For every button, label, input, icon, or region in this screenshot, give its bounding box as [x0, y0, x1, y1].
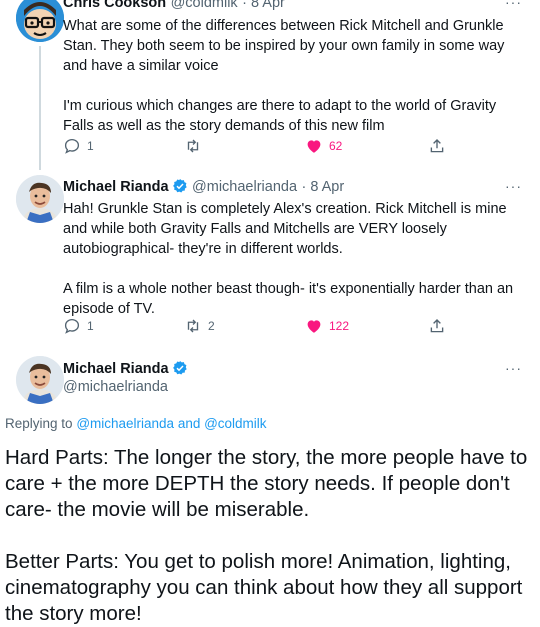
retweet-count: 2: [208, 319, 215, 333]
share-icon: [430, 319, 444, 333]
avatar-chris-cookson[interactable]: [16, 0, 64, 42]
author-handle[interactable]: @coldmilk: [171, 0, 238, 11]
verified-badge-icon: [172, 360, 188, 381]
thread-line: [39, 46, 41, 170]
share-button[interactable]: [428, 137, 446, 155]
avatar-michael-rianda[interactable]: [16, 175, 64, 223]
share-button[interactable]: [428, 317, 446, 335]
retweet-button[interactable]: [184, 137, 208, 155]
tweet-2-text: Hah! Grunkle Stan is completely Alex's c…: [63, 201, 514, 317]
share-icon: [430, 139, 444, 153]
more-options-button[interactable]: ···: [505, 178, 522, 194]
avatar-michael-rianda[interactable]: [16, 356, 64, 404]
author-name[interactable]: Chris Cookson: [63, 0, 166, 11]
person-photo-icon: [16, 356, 64, 404]
person-photo-icon: [16, 175, 64, 223]
reply-count: 1: [87, 319, 94, 333]
reply-button[interactable]: 1: [63, 137, 94, 155]
retweet-icon: [187, 319, 199, 333]
like-button[interactable]: 62: [305, 137, 342, 155]
reply-icon: [64, 318, 80, 334]
author-handle[interactable]: @michaelrianda: [192, 179, 297, 195]
replying-to: Replying to @michaelrianda and @coldmilk: [5, 416, 267, 431]
like-count: 62: [329, 139, 343, 153]
more-options-button[interactable]: ···: [505, 0, 522, 10]
author-name[interactable]: Michael Rianda: [63, 361, 169, 377]
reply-icon: [64, 138, 80, 154]
main-tweet-text: Hard Parts: The longer the story, the mo…: [5, 446, 528, 625]
heart-filled-icon: [307, 140, 321, 153]
replying-to-prefix: Replying to: [5, 416, 73, 431]
reply-count: 1: [87, 139, 94, 153]
tweet-2-header: Michael Rianda @michaelrianda · 8 Apr: [63, 178, 344, 199]
like-count: 122: [329, 319, 350, 333]
replying-to-links[interactable]: @michaelrianda and @coldmilk: [76, 416, 266, 431]
cartoon-avatar-icon: [16, 0, 64, 42]
main-tweet-author: Michael Rianda: [63, 360, 188, 381]
like-button[interactable]: 122: [305, 317, 349, 335]
author-name[interactable]: Michael Rianda: [63, 179, 169, 195]
retweet-button[interactable]: 2: [184, 317, 215, 335]
tweet-date[interactable]: · 8 Apr: [242, 0, 285, 11]
tweet-date[interactable]: · 8 Apr: [301, 179, 344, 195]
author-handle[interactable]: @michaelrianda: [63, 379, 168, 395]
tweet-1-text: What are some of the differences between…: [63, 18, 505, 134]
more-options-button[interactable]: ···: [505, 360, 522, 376]
heart-filled-icon: [307, 320, 321, 333]
verified-badge-icon: [172, 178, 188, 199]
reply-button[interactable]: 1: [63, 317, 94, 335]
tweet-1-header: Chris Cookson @coldmilk · 8 Apr: [63, 0, 285, 12]
retweet-icon: [187, 139, 199, 153]
